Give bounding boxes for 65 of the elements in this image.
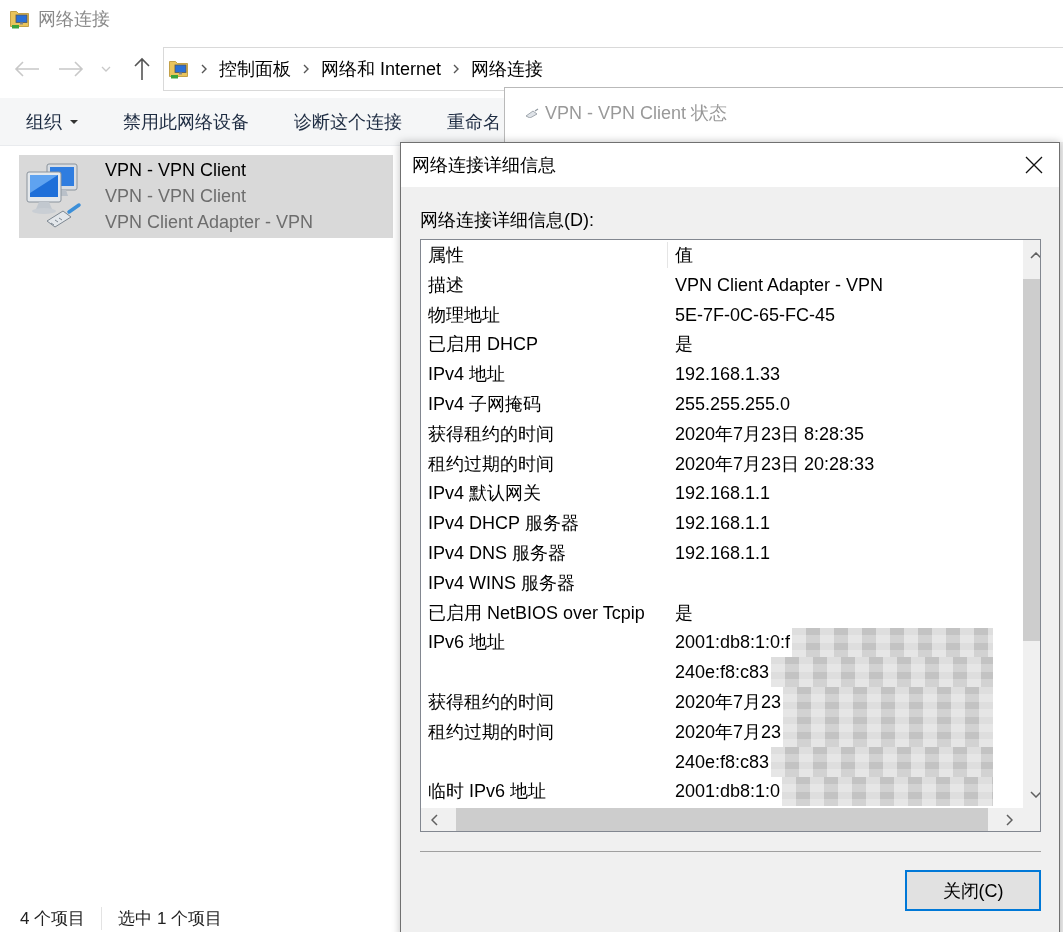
value-cell-text: VPN Client Adapter - VPN — [675, 273, 884, 297]
chevron-right-icon[interactable] — [1006, 813, 1013, 826]
up-arrow-icon[interactable] — [133, 57, 151, 81]
list-label: 网络连接详细信息(D): — [420, 209, 594, 232]
chevron-left-icon[interactable] — [431, 813, 438, 826]
column-header[interactable]: 属性 — [421, 242, 668, 268]
value-cell-text: 192.168.1.1 — [675, 482, 771, 506]
property-cell-text: 物理地址 — [428, 303, 500, 327]
breadcrumb[interactable]: 控制面板 — [219, 57, 291, 81]
toolbar-button[interactable]: 重命名 — [447, 109, 501, 134]
property-cell-text: IPv4 DHCP 服务器 — [428, 512, 579, 536]
property-cell-text: IPv6 地址 — [428, 631, 506, 655]
property-cell-text: IPv4 DNS 服务器 — [428, 542, 567, 566]
toolbar-button[interactable]: 诊断这个连接 — [294, 109, 402, 134]
chevron-down-icon[interactable] — [1029, 791, 1040, 798]
breadcrumb[interactable]: 网络连接 — [471, 57, 544, 81]
close-icon[interactable] — [1025, 156, 1043, 174]
connection-status: VPN - VPN Client — [105, 185, 248, 208]
value-cell-text: 2001:db8:1:0 — [675, 780, 781, 804]
network-folder-icon — [10, 9, 30, 29]
chevron-right-icon[interactable] — [453, 64, 460, 74]
property-cell-text: 租约过期的时间 — [428, 452, 554, 476]
value-cell-text: 2020年7月23日 20:28:33 — [675, 452, 875, 476]
property-cell-text: IPv4 默认网关 — [428, 482, 542, 506]
chevron-up-icon[interactable] — [1029, 252, 1040, 259]
property-cell-text: 租约过期的时间 — [428, 720, 554, 744]
connection-item[interactable]: VPN - VPN Client VPN - VPN Client VPN Client Adapter - VPN — [19, 155, 393, 238]
value-cell-text: 是 — [675, 601, 693, 625]
chevron-right-icon[interactable] — [201, 64, 207, 74]
value-cell-text: 240e:f8:c83 — [675, 750, 770, 774]
toolbar-button[interactable]: 组织 — [26, 109, 78, 134]
property-cell-text: IPv4 WINS 服务器 — [428, 571, 575, 595]
value-cell-text: 2020年7月23日 8:28:35 — [675, 422, 865, 446]
property-cell-text: 临时 IPv6 地址 — [428, 780, 547, 804]
toolbar-button[interactable]: 禁用此网络设备 — [123, 109, 249, 134]
property-cell-text: 描述 — [428, 273, 464, 297]
chevron-right-icon[interactable] — [303, 64, 309, 74]
network-folder-icon — [169, 59, 189, 79]
column-header[interactable]: 值 — [668, 242, 693, 268]
property-cell-text: IPv4 地址 — [428, 363, 506, 387]
property-cell-text: 获得租约的时间 — [428, 691, 554, 715]
status-text: 选中 1 个项目 — [118, 907, 224, 930]
value-cell-text: 2020年7月23 — [675, 691, 782, 715]
value-cell-text: 192.168.1.33 — [675, 363, 781, 387]
property-cell-text: 获得租约的时间 — [428, 422, 554, 446]
value-cell-text: 2020年7月23 — [675, 720, 782, 744]
value-cell-text: 192.168.1.1 — [675, 512, 771, 536]
breadcrumb[interactable]: 网络和 Internet — [321, 57, 442, 81]
property-cell-text: 已启用 NetBIOS over Tcpip — [428, 601, 645, 625]
window-title: 网络连接 — [38, 8, 110, 31]
close-button[interactable]: 关闭(C) — [905, 870, 1041, 911]
value-cell-text: 5E-7F-0C-65-FC-45 — [675, 303, 836, 327]
value-cell-text: 2001:db8:1:0:f — [675, 631, 791, 655]
window-title: VPN - VPN Client 状态 — [545, 102, 728, 125]
connection-name: VPN - VPN Client — [105, 159, 248, 182]
value-cell-text: 192.168.1.1 — [675, 542, 771, 566]
cable-plug-icon — [525, 108, 539, 118]
value-cell-text: 255.255.255.0 — [675, 393, 791, 417]
value-cell-text: 是 — [675, 333, 693, 357]
status-text: 4 个项目 — [20, 906, 103, 930]
dialog-title: 网络连接详细信息 — [412, 154, 556, 177]
adapter-name: VPN Client Adapter - VPN — [105, 211, 314, 234]
property-cell-text: 已启用 DHCP — [428, 333, 538, 357]
value-cell-text: 240e:f8:c83 — [675, 661, 770, 685]
property-cell-text: IPv4 子网掩码 — [428, 393, 542, 417]
